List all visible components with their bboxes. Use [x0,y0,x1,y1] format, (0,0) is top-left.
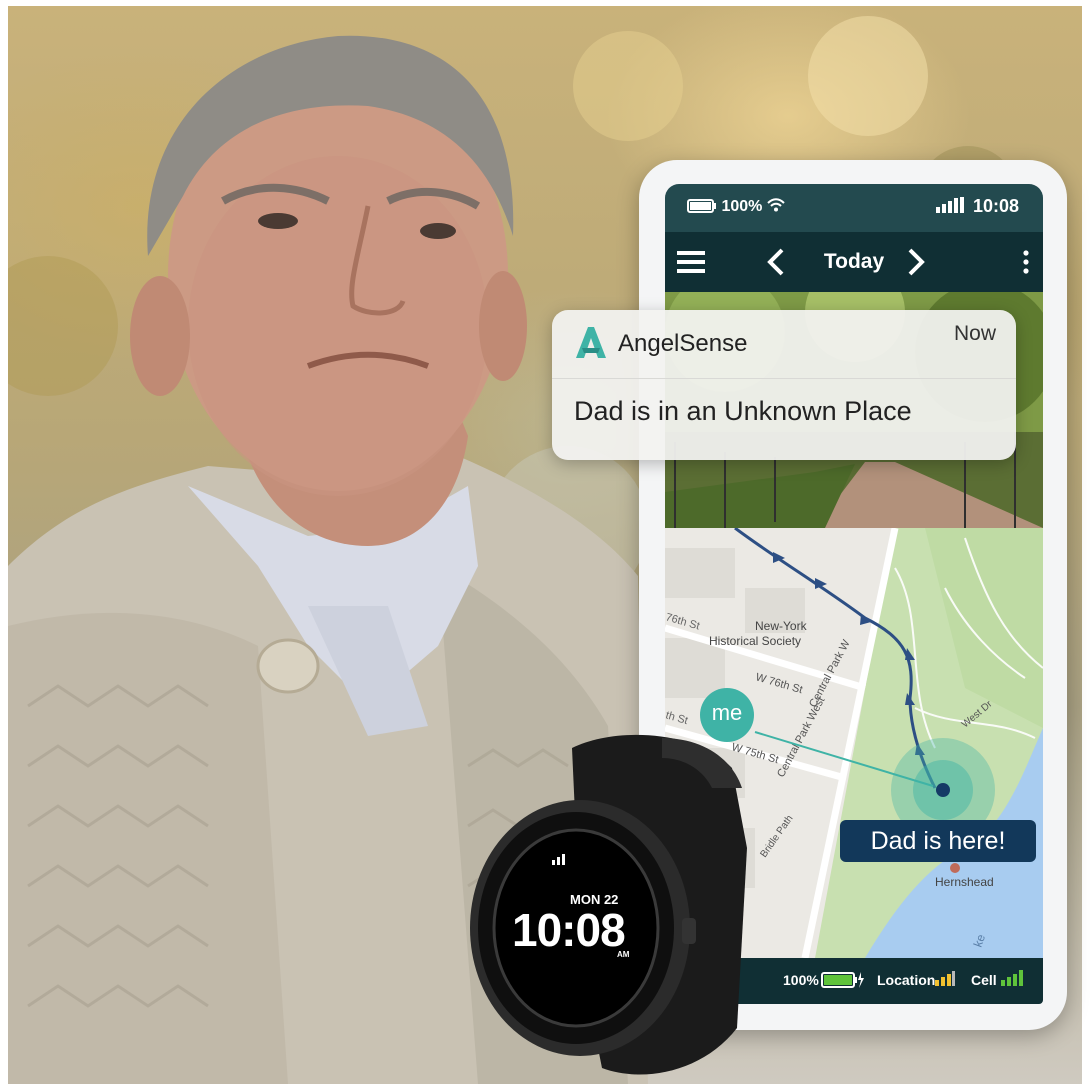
dad-here-label[interactable]: Dad is here! [840,820,1036,862]
bottom-location-text: Location [877,972,936,988]
notification-card[interactable]: AngelSense Now Dad is in an Unknown Plac… [552,310,1016,460]
notification-divider [552,378,1016,379]
bottom-battery-text: 100% [783,972,819,988]
app-header: Today [665,232,1043,292]
signal-icon [935,197,964,213]
watch-time: 10:08 [512,904,626,956]
wifi-icon [767,198,785,212]
bottom-cell-text: Cell [971,972,997,988]
battery-charging-icon [821,972,864,988]
status-bar: 100% 10:08 [665,184,1043,232]
location-signal-icon [935,971,955,986]
notification-app-name: AngelSense [618,330,748,357]
place-pin-icon [950,863,960,873]
notification-time: Now [953,322,996,345]
cell-signal-icon [1001,970,1023,986]
dad-location-dot[interactable] [936,783,950,797]
status-battery-text: 100% [721,198,763,215]
chevron-right-icon[interactable] [907,248,925,276]
date-title: Today [823,250,885,273]
notification-message: Dad is in an Unknown Place [574,396,912,426]
watch-ampm: AM [617,950,630,959]
status-time-text: 10:08 [972,196,1019,216]
more-options-icon[interactable] [1023,250,1029,274]
angelsense-logo-icon [576,327,606,358]
place-society-1: New-York [755,619,808,633]
status-time: 10:08 [935,196,1019,217]
place-society-2: Historical Society [709,634,801,648]
battery-icon [687,199,716,213]
status-battery: 100% [687,198,785,216]
crown-button-icon [682,918,696,944]
place-hernshead: Hernshead [935,875,994,889]
